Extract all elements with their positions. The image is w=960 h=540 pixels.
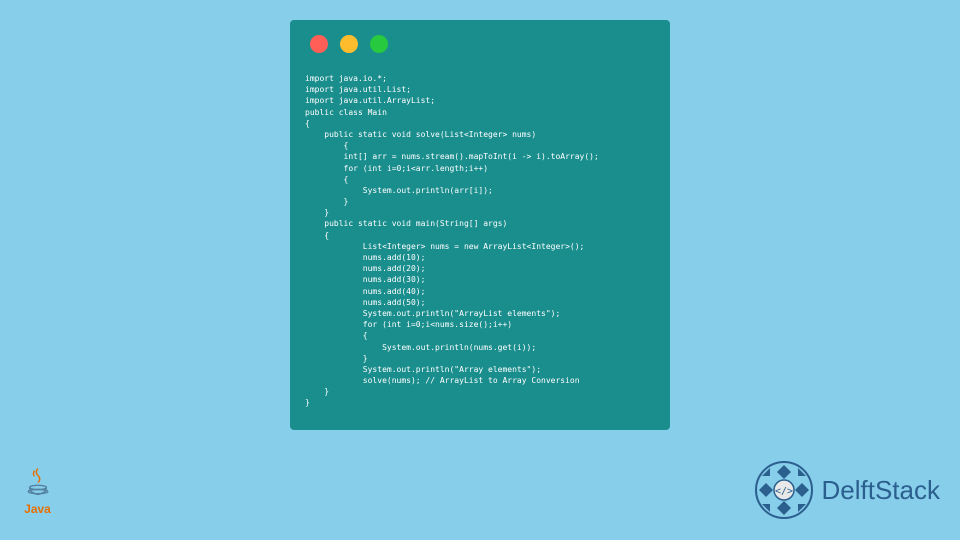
window-controls — [305, 35, 655, 53]
maximize-btn[interactable] — [370, 35, 388, 53]
java-logo: Java — [15, 465, 60, 530]
code-window: import java.io.*; import java.util.List;… — [290, 20, 670, 430]
svg-text:</>: </> — [774, 486, 792, 497]
delftstack-logo: </> DelftStack — [754, 460, 941, 520]
close-btn[interactable] — [310, 35, 328, 53]
code-content: import java.io.*; import java.util.List;… — [305, 73, 655, 409]
java-cup-icon — [23, 465, 53, 500]
delftstack-text: DelftStack — [822, 475, 941, 506]
delftstack-icon: </> — [754, 460, 814, 520]
java-text-label: Java — [24, 502, 51, 516]
minimize-btn[interactable] — [340, 35, 358, 53]
